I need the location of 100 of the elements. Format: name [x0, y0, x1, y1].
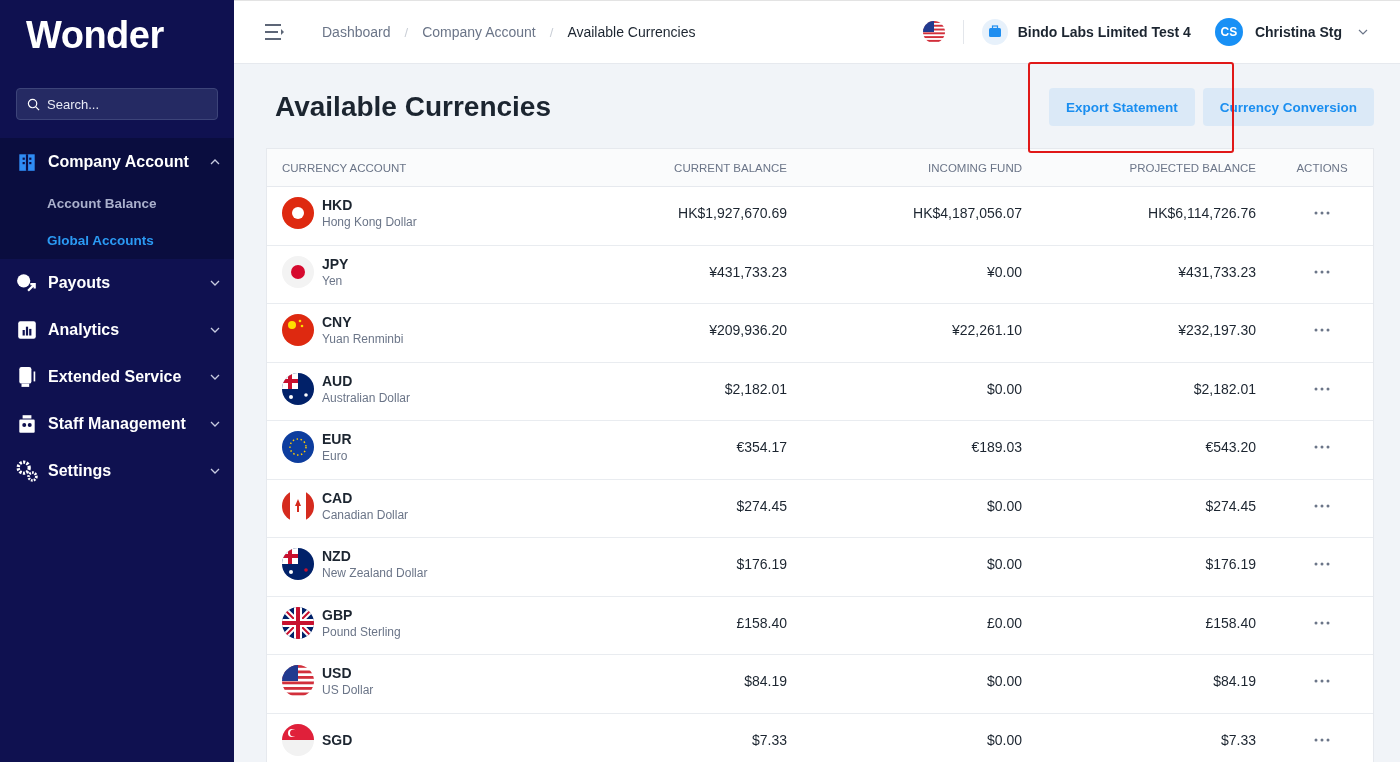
flag-icon [282, 197, 314, 230]
flag-icon [282, 606, 314, 639]
more-icon[interactable] [1314, 679, 1330, 684]
table-cell: €543.20 [1205, 439, 1256, 456]
more-icon[interactable] [1314, 620, 1330, 625]
table-cell: $0.00 [986, 556, 1022, 573]
chevron-icon[interactable] [210, 326, 220, 333]
currency-code: USD [322, 665, 353, 682]
more-icon[interactable] [1314, 269, 1330, 274]
currency-name: Pound Sterling [322, 624, 401, 639]
chevron-icon[interactable] [210, 158, 220, 165]
table-cell: $7.33 [1220, 731, 1256, 748]
table-cell: $84.19 [1213, 673, 1256, 690]
chevron-icon[interactable] [210, 373, 220, 380]
table-cell: $176.19 [1205, 556, 1256, 573]
nav-item[interactable]: Staff Management [0, 400, 234, 447]
breadcrumb[interactable]: Company Account [422, 24, 536, 40]
nav-item[interactable]: Company Account [0, 138, 234, 185]
currency-name: Australian Dollar [322, 390, 411, 405]
breadcrumb[interactable]: Dashboard [322, 24, 391, 40]
nav-item[interactable]: Analytics [0, 306, 234, 353]
table-cell: $274.45 [1205, 497, 1256, 514]
page-title: Available Currencies [275, 91, 552, 123]
bar-chart-icon [16, 318, 38, 341]
gears-icon [16, 459, 38, 482]
chevron-icon[interactable] [210, 420, 220, 427]
flag-icon [282, 431, 314, 464]
table-cell: ¥22,261.10 [951, 322, 1022, 339]
table-cell: £158.40 [736, 614, 787, 631]
staff-icon [16, 412, 38, 435]
column-header: CURRENT BALANCE [674, 161, 787, 174]
table-cell: ¥431,733.23 [1178, 263, 1256, 280]
nav-item[interactable]: Payouts [0, 259, 234, 306]
table-cell: HK$4,187,056.07 [913, 205, 1022, 222]
user-name[interactable]: Christina Stg [1254, 24, 1342, 40]
currency-name: Yen [322, 273, 344, 288]
currency-name: Yuan Renminbi [322, 332, 404, 347]
table-cell: £158.40 [1205, 614, 1256, 631]
table-cell: $0.00 [986, 731, 1022, 748]
chevron-icon[interactable] [210, 279, 220, 286]
more-icon[interactable] [1314, 737, 1330, 742]
currency-code: AUD [322, 372, 354, 389]
company-name[interactable]: Bindo Labs Limited Test 4 [1017, 24, 1191, 40]
menu-icon[interactable] [264, 23, 286, 41]
currency-code: NZD [322, 548, 352, 565]
currency-code: JPY [322, 255, 349, 272]
column-header: ACTIONS [1296, 161, 1348, 174]
flag-icon [282, 548, 314, 581]
flag-icon [282, 372, 314, 405]
currency-code: CNY [322, 314, 353, 331]
nav-subitem[interactable]: Global Accounts [0, 222, 234, 259]
table-cell: $0.00 [986, 497, 1022, 514]
more-icon[interactable] [1314, 562, 1330, 567]
more-icon[interactable] [1314, 503, 1330, 508]
column-header: CURRENCY ACCOUNT [282, 161, 407, 174]
more-icon[interactable] [1314, 211, 1330, 216]
table-cell: $84.19 [744, 673, 787, 690]
column-header: INCOMING FUND [928, 161, 1022, 174]
breadcrumb-separator: / [403, 24, 410, 40]
brand-logo[interactable]: Wonder [0, 0, 234, 74]
currency-name: Canadian Dollar [322, 507, 409, 522]
currency-name: US Dollar [322, 683, 374, 698]
flag-icon [282, 665, 314, 698]
nav-item[interactable]: Settings [0, 447, 234, 494]
search-field[interactable]: Search... [16, 88, 218, 120]
column-header: PROJECTED BALANCE [1129, 161, 1256, 174]
more-icon[interactable] [1314, 386, 1330, 391]
table-cell: $2,182.01 [724, 380, 787, 397]
table-cell: ¥232,197.30 [1178, 322, 1256, 339]
table-cell: $7.33 [751, 731, 787, 748]
breadcrumb-separator: / [548, 24, 555, 40]
currency-name: Euro [322, 449, 349, 464]
nav-item[interactable]: Extended Service [0, 353, 234, 400]
table-cell: €354.17 [736, 439, 787, 456]
table-cell: €189.03 [971, 439, 1022, 456]
table-cell: £0.00 [986, 614, 1022, 631]
dollar-coin-icon [16, 271, 38, 294]
flag-icon [282, 723, 314, 756]
flag-icon [282, 255, 314, 288]
currency-name: Hong Kong Dollar [322, 215, 417, 230]
briefcase-icon [981, 19, 1008, 45]
currency-name: New Zealand Dollar [322, 566, 428, 581]
currency-code: CAD [322, 489, 354, 506]
table-cell: ¥0.00 [986, 263, 1022, 280]
flag-icon [282, 314, 314, 347]
table-cell: $0.00 [986, 380, 1022, 397]
flag-icon[interactable] [922, 21, 945, 43]
more-icon[interactable] [1314, 445, 1330, 450]
table-cell: HK$6,114,726.76 [1148, 205, 1256, 222]
table-cell: HK$1,927,670.69 [678, 205, 787, 222]
breadcrumb: Available Currencies [567, 24, 696, 40]
more-icon[interactable] [1314, 328, 1330, 333]
currency-code: GBP [322, 606, 354, 623]
terminal-icon [16, 365, 38, 388]
chevron-icon[interactable] [210, 467, 220, 474]
table-cell: $274.45 [736, 497, 787, 514]
table-cell: $176.19 [736, 556, 787, 573]
currency-code: SGD [322, 731, 353, 748]
table-cell: $0.00 [986, 673, 1022, 690]
nav-subitem[interactable]: Account Balance [0, 185, 234, 222]
